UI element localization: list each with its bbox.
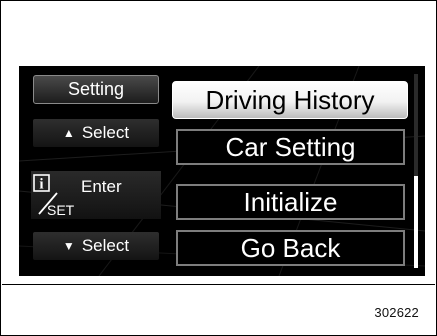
mode-title: Setting (33, 75, 159, 104)
enter-label: Enter (81, 177, 122, 196)
menu-item-go-back[interactable]: Go Back (176, 230, 405, 266)
enter-hint: i SET Enter (31, 171, 161, 219)
select-down-hint: ▼ Select (33, 232, 159, 260)
info-glyph: i (39, 177, 43, 193)
select-up-label: Select (81, 123, 130, 142)
scrollbar-thumb[interactable] (414, 176, 418, 268)
menu-item-car-setting[interactable]: Car Setting (176, 129, 405, 165)
control-hint-panel: Setting ▲ Select i SET Enter ▼ Select (19, 66, 167, 276)
figure-number: 302622 (374, 305, 419, 320)
menu-item-initialize[interactable]: Initialize (176, 184, 405, 220)
select-up-hint: ▲ Select (33, 119, 159, 147)
select-down-label: Select (81, 236, 130, 255)
combination-meter-display: Setting ▲ Select i SET Enter ▼ Select Dr… (19, 66, 425, 276)
up-triangle-icon: ▲ (62, 126, 75, 140)
figure-frame: Setting ▲ Select i SET Enter ▼ Select Dr… (0, 0, 437, 336)
info-set-button-icon: i SET (33, 174, 75, 218)
down-triangle-icon: ▼ (62, 239, 75, 253)
menu-item-driving-history[interactable]: Driving History (172, 81, 408, 119)
figure-divider (2, 284, 435, 285)
set-text: SET (47, 202, 75, 218)
